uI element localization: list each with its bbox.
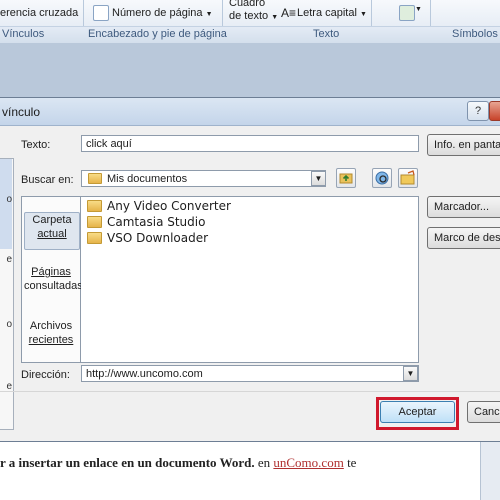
place-current-folder-line1: Carpeta — [32, 214, 72, 226]
drop-cap-label: Letra capital — [297, 7, 357, 19]
document-text-bold: r a insertar un enlace en un documento W… — [0, 455, 255, 470]
chevron-down-icon: ▼ — [271, 14, 279, 21]
highlight-box — [376, 397, 459, 430]
address-label: Dirección: — [21, 369, 70, 381]
up-folder-button[interactable] — [336, 168, 356, 188]
close-button[interactable] — [489, 101, 500, 121]
screen-tip-button[interactable]: Info. en pantalla — [427, 134, 500, 156]
folder-icon — [88, 172, 102, 184]
file-list[interactable]: Any Video Converter Camtasia Studio VSO … — [81, 196, 419, 363]
link-to-strip[interactable]: o e o e — [0, 158, 14, 430]
place-browsed-pages-line1: Páginas — [31, 266, 71, 278]
place-browsed-pages-line2: consultadas — [24, 280, 83, 292]
page-number-button[interactable]: Número de página ▼ — [112, 7, 213, 19]
up-folder-icon — [339, 173, 353, 184]
place-recent-files-line1: Archivos — [29, 320, 73, 332]
link-to-item[interactable]: o — [0, 194, 12, 205]
help-button[interactable]: ? — [467, 101, 489, 121]
link-to-item[interactable]: e — [0, 254, 12, 265]
ribbon: erencia cruzada Número de página ▼ Cuadr… — [0, 0, 500, 43]
text-to-display-label: Texto: — [21, 139, 51, 151]
file-name: Camtasia Studio — [107, 215, 206, 229]
chevron-down-icon[interactable]: ▼ — [311, 171, 326, 186]
document-text-suffix: te — [343, 455, 357, 470]
browse-file-button[interactable] — [398, 168, 418, 188]
chevron-down-icon: ▼ — [360, 11, 367, 18]
group-links-label: Vínculos — [2, 28, 45, 40]
folder-icon — [87, 231, 102, 244]
document-text-line: r a insertar un enlace en un documento W… — [0, 455, 356, 471]
dialog-title: vínculo — [2, 105, 41, 119]
text-box-button[interactable]: Cuadro de texto ▼ — [229, 0, 278, 24]
place-current-folder-line2: actual — [37, 228, 67, 240]
drop-cap-button[interactable]: Letra capital ▼ — [297, 7, 367, 19]
vertical-scrollbar[interactable] — [480, 437, 500, 500]
dialog-divider — [0, 391, 500, 392]
group-header-footer-label: Encabezado y pie de página — [88, 28, 227, 40]
text-box-label-line2: de texto — [229, 10, 269, 22]
cross-reference-button[interactable]: erencia cruzada — [0, 7, 78, 19]
bookmark-button[interactable]: Marcador... — [427, 196, 500, 218]
look-in-combo[interactable]: Mis documentos — [81, 170, 326, 187]
place-browsed-pages[interactable]: Páginas consultadas — [24, 265, 83, 293]
group-symbols-label: Símbolos — [452, 28, 498, 40]
document-text-mid: en — [254, 455, 274, 470]
folder-icon — [87, 199, 102, 212]
chevron-down-icon[interactable]: ▼ — [415, 6, 422, 13]
text-to-display-input[interactable]: click aquí — [81, 135, 419, 152]
target-frame-button[interactable]: Marco de destino... — [427, 227, 500, 249]
ribbon-group-row: Vínculos Encabezado y pie de página Text… — [0, 26, 500, 43]
address-input[interactable]: http://www.uncomo.com — [81, 365, 419, 382]
list-item[interactable]: Camtasia Studio — [87, 215, 205, 230]
page-number-icon — [93, 5, 109, 21]
globe-search-icon — [375, 171, 389, 185]
chevron-down-icon: ▼ — [205, 11, 213, 18]
list-item[interactable]: VSO Downloader — [87, 231, 208, 246]
drop-cap-icon: A≡ — [281, 6, 297, 20]
place-current-folder[interactable]: Carpeta actual — [24, 212, 80, 250]
list-item[interactable]: Any Video Converter — [87, 199, 231, 214]
chevron-down-icon[interactable]: ▼ — [403, 366, 418, 381]
object-icon[interactable] — [399, 5, 415, 21]
folder-icon — [87, 215, 102, 228]
places-bar: Carpeta actual Páginas consultadas Archi… — [21, 196, 83, 363]
look-in-label: Buscar en: — [21, 174, 74, 186]
cancel-button[interactable]: Cancelar — [467, 401, 500, 423]
text-box-label-line1: Cuadro — [229, 0, 266, 9]
group-text-label: Texto — [313, 28, 340, 40]
open-folder-icon — [400, 170, 415, 185]
link-to-item[interactable]: o — [0, 319, 12, 330]
look-in-value: Mis documentos — [107, 173, 188, 185]
place-recent-files[interactable]: Archivos recientes — [24, 319, 78, 347]
document-link[interactable]: unComo.com — [273, 455, 343, 470]
browse-web-button[interactable] — [372, 168, 392, 188]
page-number-label: Número de página — [112, 7, 203, 19]
place-recent-files-line2: recientes — [28, 334, 74, 346]
file-name: VSO Downloader — [107, 231, 209, 245]
dialog-titlebar[interactable]: vínculo ? — [0, 98, 500, 126]
file-name: Any Video Converter — [107, 199, 231, 213]
